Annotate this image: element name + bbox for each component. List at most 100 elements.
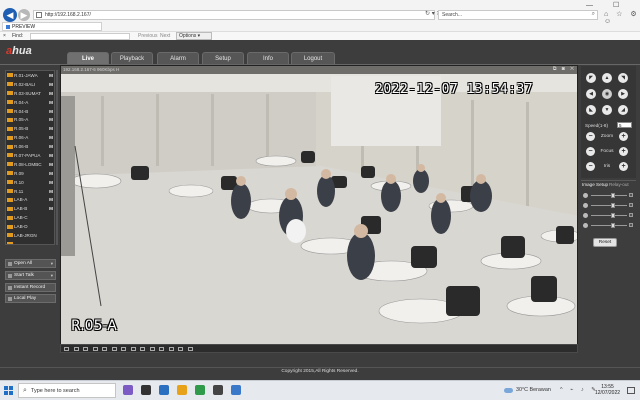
iris-plus-button[interactable]: +: [619, 162, 628, 171]
instant-record-button[interactable]: Instant Record: [5, 283, 56, 292]
layout-icon[interactable]: [121, 347, 126, 351]
task-view-icon[interactable]: [123, 385, 133, 395]
channel-stream-type[interactable]: M: [49, 73, 53, 78]
focus-plus-button[interactable]: +: [619, 147, 628, 156]
speed-select[interactable]: 5: [617, 122, 632, 128]
back-button[interactable]: ◀: [3, 8, 17, 22]
layout-icon[interactable]: [73, 347, 79, 351]
layout-icon[interactable]: [149, 347, 155, 351]
tab-live[interactable]: Live: [67, 52, 109, 64]
address-text[interactable]: http://192.168.2.167/: [45, 12, 91, 18]
channel-stream-type[interactable]: M: [49, 91, 53, 96]
hue-slider[interactable]: [583, 222, 633, 229]
live-video-view[interactable]: 192.168.2.167-6 960Kbps H ⧉ ◙ ✕ 2022-12-…: [60, 65, 578, 345]
tab-alarm[interactable]: Alarm: [157, 52, 199, 64]
find-options-button[interactable]: Options ▾: [176, 32, 212, 40]
video-window-icons[interactable]: ⧉ ◙ ✕: [553, 66, 576, 72]
ptz-right-icon[interactable]: ▶: [618, 89, 628, 99]
channel-item[interactable]: R.01-JAWA M: [6, 71, 54, 80]
channel-item[interactable]: LAB-C: [6, 213, 54, 222]
ptz-up-left-icon[interactable]: ◤: [586, 73, 596, 83]
ptz-up-icon[interactable]: ▲: [602, 73, 612, 83]
find-input[interactable]: [30, 33, 130, 40]
tab-setup[interactable]: Setup: [202, 52, 244, 64]
tab-info[interactable]: Info: [247, 52, 289, 64]
open-all-button[interactable]: Open All ▾: [5, 259, 56, 268]
forward-button[interactable]: ▶: [18, 9, 30, 21]
zoom-plus-button[interactable]: +: [619, 132, 628, 141]
taskbar-search-input[interactable]: ⌕ Type here to search: [18, 383, 116, 398]
channel-item[interactable]: R.06-A M: [6, 133, 54, 142]
layout-icon[interactable]: [64, 347, 69, 351]
channel-stream-type[interactable]: M: [49, 109, 53, 114]
channel-stream-type[interactable]: M: [49, 135, 53, 140]
tab-relay-out[interactable]: Relay-out: [609, 182, 629, 187]
zoom-minus-button[interactable]: −: [586, 132, 595, 141]
slider-thumb[interactable]: [611, 203, 615, 208]
channel-item[interactable]: R.05-A M: [6, 115, 54, 124]
address-bar[interactable]: http://192.168.2.167/: [33, 10, 435, 20]
channel-stream-type[interactable]: M: [49, 206, 53, 211]
contrast-slider[interactable]: [583, 202, 633, 209]
channel-item[interactable]: LAB-A M: [6, 195, 54, 204]
channel-stream-type[interactable]: M: [49, 144, 53, 149]
channel-stream-type[interactable]: M: [49, 117, 53, 122]
notification-icon[interactable]: [627, 387, 635, 394]
ptz-center-icon[interactable]: ◉: [602, 89, 612, 99]
system-tray-icons[interactable]: ^ ⌁ ♪ ✎: [560, 387, 599, 393]
slider-track[interactable]: [591, 225, 627, 226]
channel-stream-type[interactable]: M: [49, 82, 53, 87]
slider-track[interactable]: [591, 215, 627, 216]
slider-thumb[interactable]: [611, 193, 615, 198]
ptz-down-icon[interactable]: ▼: [602, 105, 612, 115]
ptz-left-icon[interactable]: ◀: [586, 89, 596, 99]
channel-list-scrollbar[interactable]: [56, 70, 58, 245]
channel-stream-type[interactable]: M: [49, 189, 53, 194]
chrome-icon[interactable]: [195, 385, 205, 395]
local-play-button[interactable]: Local Play: [5, 294, 56, 303]
find-close-button[interactable]: ×: [3, 33, 6, 39]
tab-logout[interactable]: Logout: [291, 52, 335, 64]
find-previous-button[interactable]: Previous: [138, 33, 157, 39]
focus-minus-button[interactable]: −: [586, 147, 595, 156]
taskbar-clock[interactable]: 13:55 12/07/2022: [595, 384, 620, 396]
start-button[interactable]: [4, 386, 14, 396]
channel-item[interactable]: LAB-JRGN: [6, 231, 54, 240]
layout-icon[interactable]: [102, 347, 107, 351]
app-icon[interactable]: [141, 385, 151, 395]
chevron-down-icon[interactable]: ▾: [51, 261, 53, 267]
iris-minus-button[interactable]: −: [586, 162, 595, 171]
layout-icon[interactable]: [159, 347, 164, 351]
channel-item[interactable]: LAB-B M: [6, 204, 54, 213]
start-talk-button[interactable]: Start Talk ▾: [5, 271, 56, 280]
channel-item[interactable]: R.05-B M: [6, 124, 54, 133]
channel-stream-type[interactable]: M: [49, 197, 53, 202]
search-icon[interactable]: ⌕: [592, 11, 595, 18]
channel-stream-type[interactable]: M: [49, 153, 53, 158]
edge-icon[interactable]: [159, 385, 169, 395]
channel-stream-type[interactable]: M: [49, 171, 53, 176]
channel-item[interactable]: ...: [6, 240, 54, 244]
channel-list[interactable]: R.01-JAWA M R.02-BALI M R.03-SUMAT M R.04-A M R.…: [5, 70, 55, 245]
ptz-down-right-icon[interactable]: ◢: [618, 105, 628, 115]
channel-item[interactable]: R.03-SUMAT M: [6, 89, 54, 98]
layout-icon[interactable]: [178, 347, 183, 351]
layout-icon[interactable]: [187, 347, 193, 351]
layout-icon[interactable]: [130, 347, 136, 351]
app-icon[interactable]: [213, 385, 223, 395]
layout-icon[interactable]: [168, 347, 174, 351]
ie-icon[interactable]: [231, 385, 241, 395]
chevron-down-icon[interactable]: ▾: [51, 273, 53, 279]
saturation-slider[interactable]: [583, 212, 633, 219]
channel-item[interactable]: R.04-A M: [6, 98, 54, 107]
tab-playback[interactable]: Playback: [111, 52, 153, 64]
slider-thumb[interactable]: [611, 213, 615, 218]
browser-tool-icons[interactable]: ⌂ ☆ ⚙ ☺: [604, 10, 640, 25]
ptz-up-right-icon[interactable]: ◥: [618, 73, 628, 83]
browser-tab[interactable]: PREVIEW: [2, 22, 102, 31]
slider-track[interactable]: [591, 205, 627, 206]
find-next-button[interactable]: Next: [160, 33, 170, 39]
channel-item[interactable]: R.04-B M: [6, 107, 54, 116]
weather-widget[interactable]: 30°C Berawan: [504, 387, 551, 393]
browser-search-input[interactable]: Search... ⌕: [438, 10, 598, 20]
